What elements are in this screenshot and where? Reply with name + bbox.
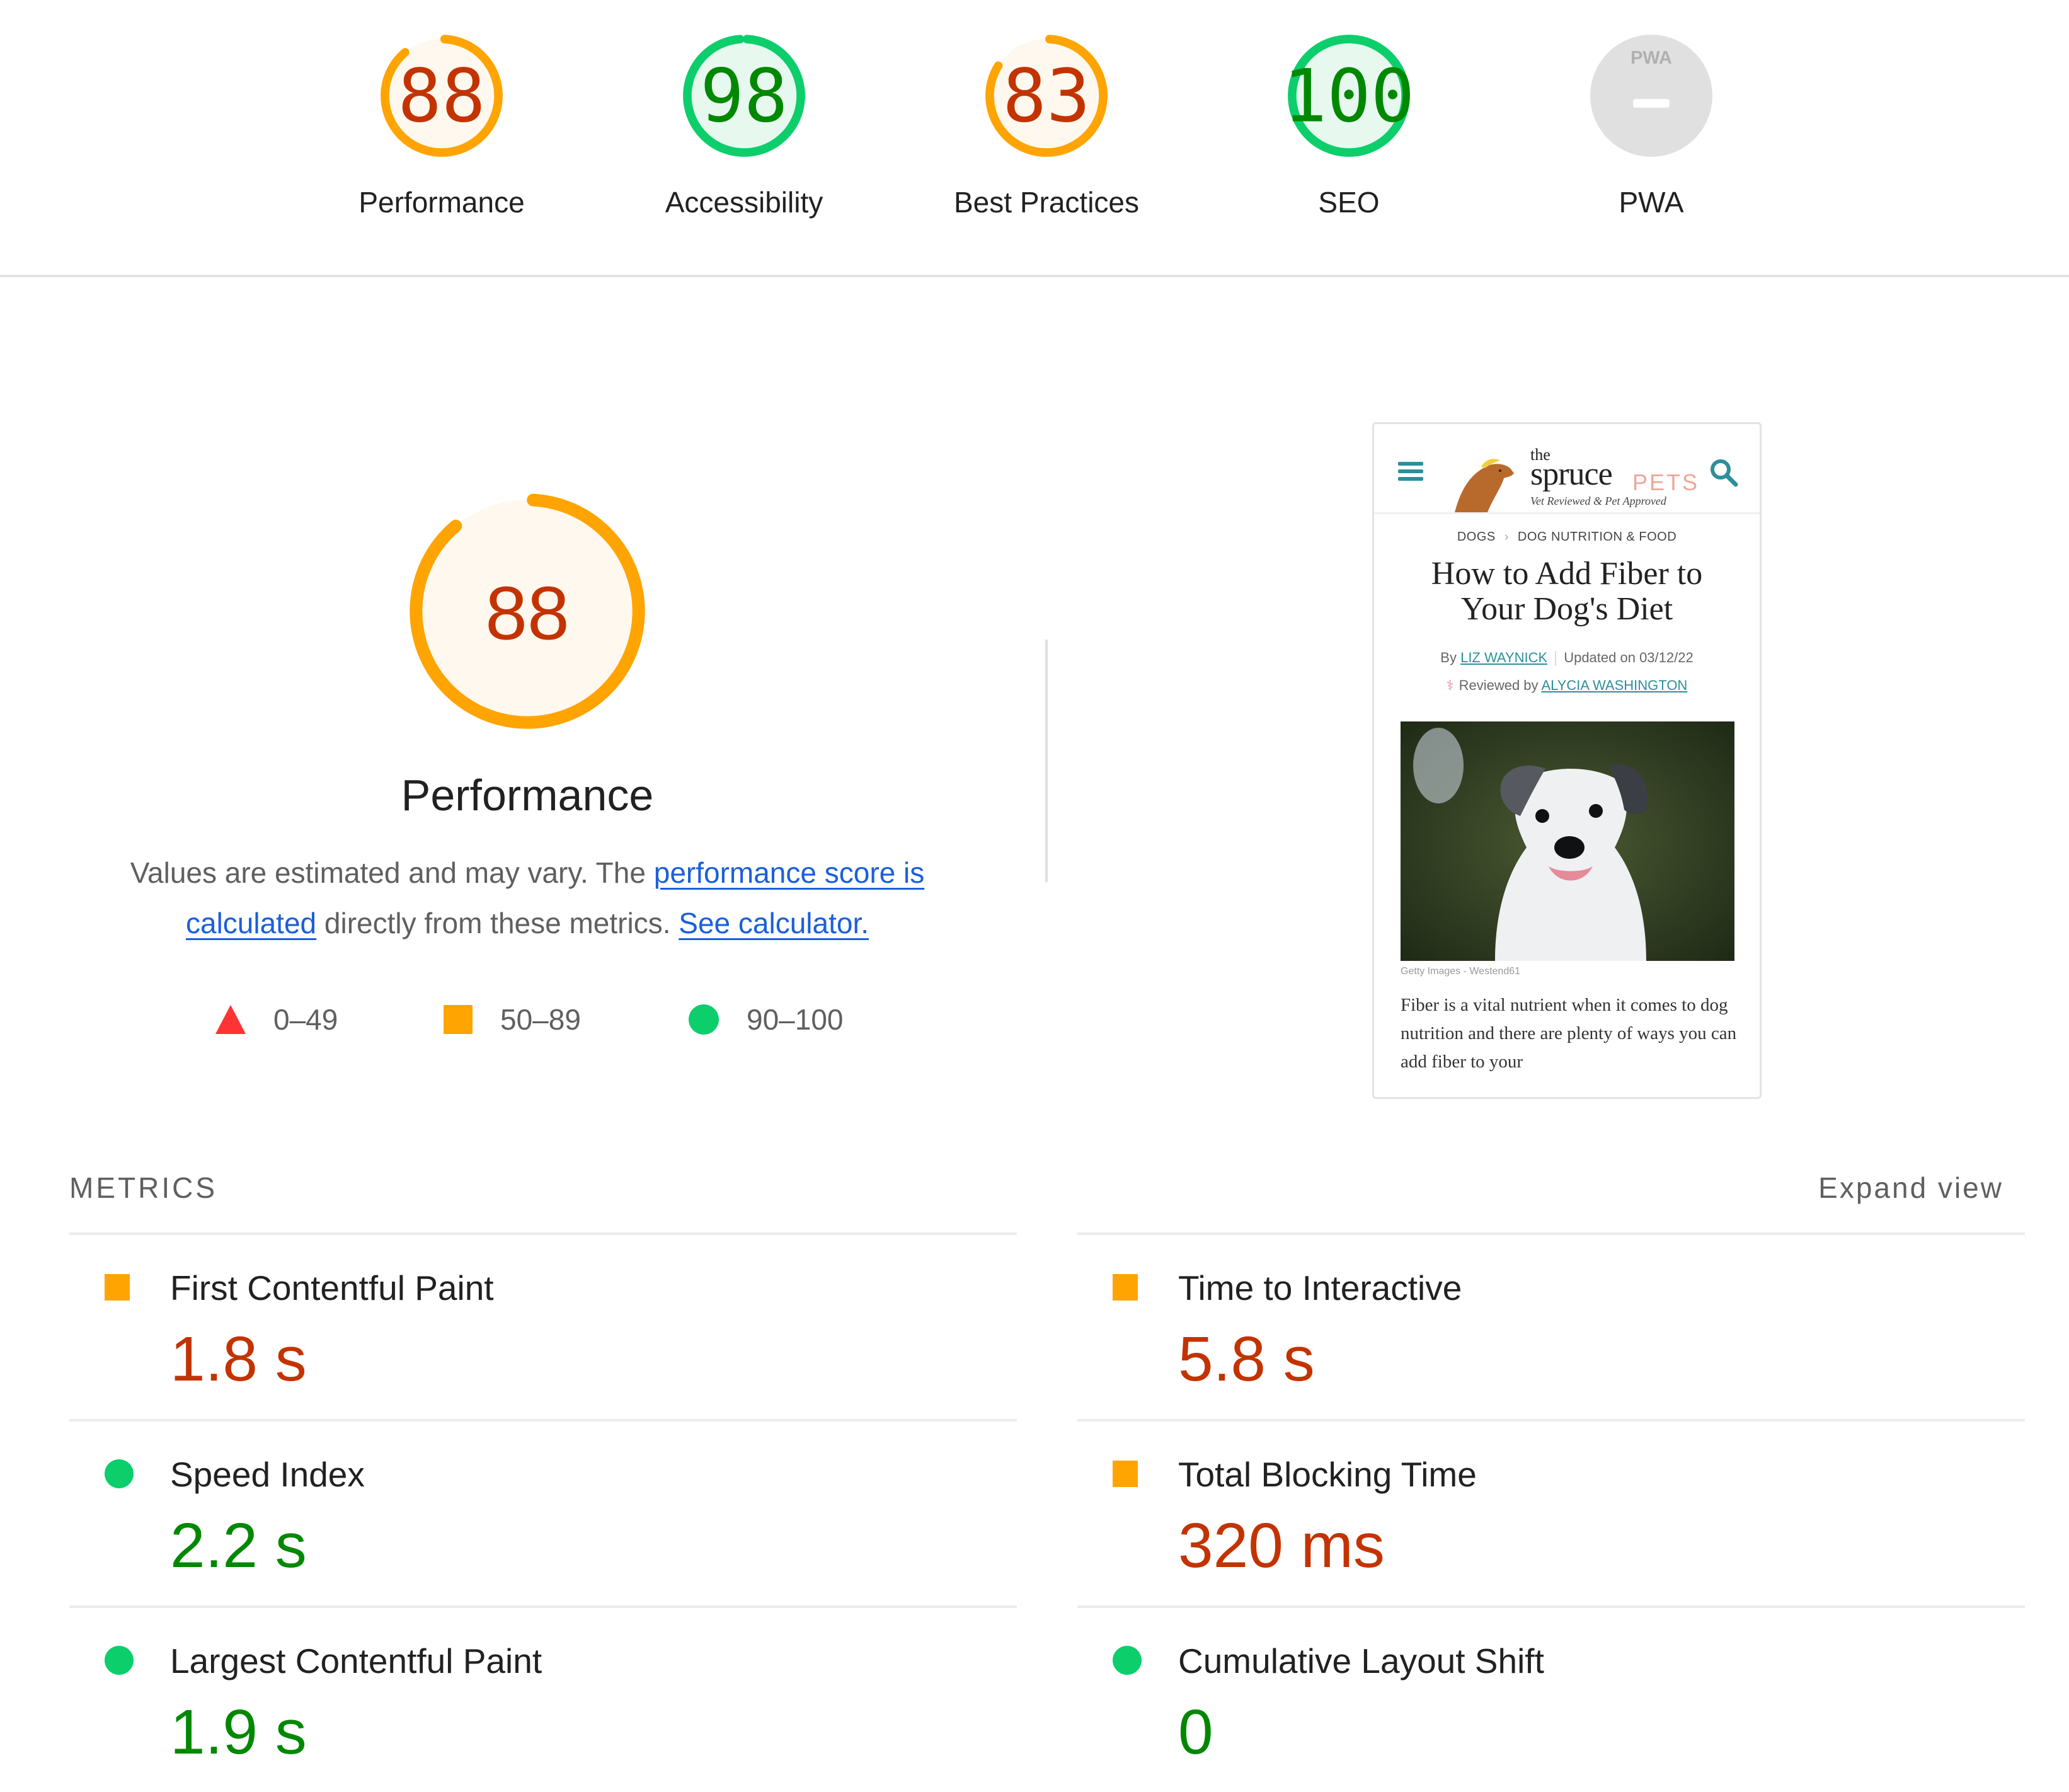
legend-item-pass: 90–100 bbox=[689, 1001, 844, 1038]
metric-first-contentful-paint: First Contentful Paint 1.8 s bbox=[69, 1232, 1017, 1419]
gauge-label: Performance bbox=[358, 186, 525, 219]
pwa-badge-icon: PWA bbox=[1590, 35, 1712, 157]
metric-total-blocking-time: Total Blocking Time 320 ms bbox=[1077, 1419, 2025, 1605]
score-legend: 0–49 50–89 90–100 bbox=[0, 1001, 1017, 1038]
gauge-score: 100 bbox=[1285, 55, 1413, 139]
legend-label: 0–49 bbox=[273, 1003, 338, 1036]
metrics-heading: METRICS bbox=[69, 1171, 217, 1204]
gauge-label: SEO bbox=[1318, 186, 1380, 219]
site-logo: the spruce PETS Vet Reviewed & Pet Appro… bbox=[1530, 442, 1697, 511]
category-gauges-bar: 88 Performance 98 Accessibility 83 Best … bbox=[0, 0, 2069, 277]
circle-icon bbox=[105, 1459, 134, 1488]
article-intro: Fiber is a vital nutrient when it comes … bbox=[1401, 995, 1737, 1072]
vertical-divider bbox=[1045, 640, 1048, 882]
square-icon bbox=[1113, 1461, 1138, 1487]
gauge-ring: 83 bbox=[985, 35, 1108, 157]
performance-title: Performance bbox=[401, 771, 654, 820]
legend-label: 50–89 bbox=[500, 1003, 581, 1036]
article-title: How to Add Fiber to Your Dog's Diet bbox=[1431, 556, 1703, 627]
square-icon bbox=[444, 1005, 473, 1034]
breadcrumb-item: DOGS bbox=[1457, 530, 1496, 544]
metric-name: Speed Index bbox=[170, 1455, 365, 1494]
gauge-score: 98 bbox=[700, 55, 788, 139]
metric-largest-contentful-paint: Largest Contentful Paint 1.9 s bbox=[69, 1605, 1017, 1792]
gauge-seo[interactable]: 100 SEO bbox=[1217, 32, 1481, 219]
photo-credit: Getty Images - Westend61 bbox=[1401, 966, 1521, 977]
gauge-score: 83 bbox=[1002, 55, 1090, 139]
gauge-pwa[interactable]: PWA PWA bbox=[1519, 32, 1784, 219]
reviewer-link: ALYCIA WASHINGTON bbox=[1541, 677, 1688, 693]
description-text: Values are estimated and may vary. The bbox=[130, 856, 654, 889]
reviewed-label: Reviewed by bbox=[1459, 677, 1539, 693]
see-calculator-link[interactable]: See calculator. bbox=[679, 907, 869, 939]
metric-value: 0 bbox=[1178, 1697, 1213, 1767]
search-icon bbox=[1711, 459, 1738, 487]
dog-illustration-icon bbox=[1455, 459, 1514, 512]
metric-time-to-interactive: Time to Interactive 5.8 s bbox=[1077, 1232, 2025, 1419]
circle-icon bbox=[689, 1004, 719, 1035]
metric-name: First Contentful Paint bbox=[170, 1268, 494, 1307]
site-header: the spruce PETS Vet Reviewed & Pet Appro… bbox=[1374, 424, 1760, 514]
metric-name: Total Blocking Time bbox=[1178, 1455, 1477, 1494]
metric-value: 320 ms bbox=[1178, 1510, 1385, 1581]
gauge-best-practices[interactable]: 83 Best Practices bbox=[914, 32, 1179, 219]
triangle-icon bbox=[215, 1005, 246, 1034]
metrics-column-left: First Contentful Paint 1.8 s Speed Index… bbox=[69, 1232, 1017, 1792]
circle-icon bbox=[105, 1646, 134, 1675]
final-screenshot[interactable]: the spruce PETS Vet Reviewed & Pet Appro… bbox=[1372, 422, 1762, 1099]
metric-name: Time to Interactive bbox=[1178, 1268, 1462, 1307]
hamburger-menu-icon bbox=[1398, 462, 1423, 481]
metric-name: Cumulative Layout Shift bbox=[1178, 1641, 1544, 1680]
gauge-ring: 100 bbox=[1285, 35, 1413, 157]
metric-value: 1.8 s bbox=[170, 1324, 307, 1394]
performance-score: 88 bbox=[485, 571, 569, 655]
gauge-label: Best Practices bbox=[954, 186, 1139, 219]
square-icon bbox=[105, 1274, 130, 1301]
metric-value: 1.9 s bbox=[170, 1697, 307, 1767]
metric-cumulative-layout-shift: Cumulative Layout Shift 0 bbox=[1077, 1605, 2025, 1792]
breadcrumb-item: DOG NUTRITION & FOOD bbox=[1517, 530, 1677, 544]
svg-text:PWA: PWA bbox=[1631, 48, 1672, 68]
logo-pets: PETS bbox=[1632, 469, 1700, 495]
author-link: LIZ WAYNICK bbox=[1460, 650, 1548, 665]
breadcrumb: DOGS › DOG NUTRITION & FOOD bbox=[1374, 530, 1760, 544]
metric-name: Largest Contentful Paint bbox=[170, 1641, 542, 1680]
metric-value: 2.2 s bbox=[170, 1510, 307, 1581]
gauge-label: Accessibility bbox=[665, 186, 823, 219]
gauge-ring: 88 bbox=[381, 35, 503, 157]
gauge-score: 88 bbox=[398, 55, 485, 139]
updated-date: Updated on 03/12/22 bbox=[1564, 650, 1694, 665]
legend-item-fail: 0–49 bbox=[215, 1001, 338, 1038]
by-label: By bbox=[1440, 650, 1457, 665]
metrics-column-right: Time to Interactive 5.8 s Total Blocking… bbox=[1077, 1232, 2025, 1792]
legend-label: 90–100 bbox=[747, 1003, 844, 1036]
square-icon bbox=[1113, 1274, 1138, 1301]
logo-spruce: spruce bbox=[1530, 456, 1613, 492]
gauge-label: PWA bbox=[1619, 186, 1684, 219]
legend-item-average: 50–89 bbox=[444, 1001, 581, 1038]
expand-view-toggle[interactable]: Expand view bbox=[1818, 1171, 2003, 1205]
description-text: directly from these metrics. bbox=[316, 907, 679, 939]
article-reviewer: ⚕ Reviewed by ALYCIA WASHINGTON bbox=[1374, 677, 1760, 694]
vet-badge-icon: ⚕ bbox=[1446, 677, 1454, 693]
circle-icon bbox=[1113, 1646, 1142, 1675]
metric-speed-index: Speed Index 2.2 s bbox=[69, 1419, 1017, 1605]
logo-tagline: Vet Reviewed & Pet Approved bbox=[1530, 495, 1666, 507]
metric-value: 5.8 s bbox=[1178, 1324, 1315, 1394]
article-byline: By LIZ WAYNICK Updated on 03/12/22 bbox=[1374, 650, 1760, 667]
gauge-accessibility[interactable]: 98 Accessibility bbox=[612, 32, 876, 219]
gauge-performance[interactable]: 88 Performance bbox=[309, 32, 574, 219]
chevron-right-icon: › bbox=[1504, 530, 1509, 544]
performance-description: Values are estimated and may vary. The p… bbox=[82, 847, 973, 948]
performance-gauge: 88 bbox=[410, 493, 645, 729]
gauge-ring: 98 bbox=[683, 35, 805, 157]
dog-photo bbox=[1401, 721, 1734, 961]
